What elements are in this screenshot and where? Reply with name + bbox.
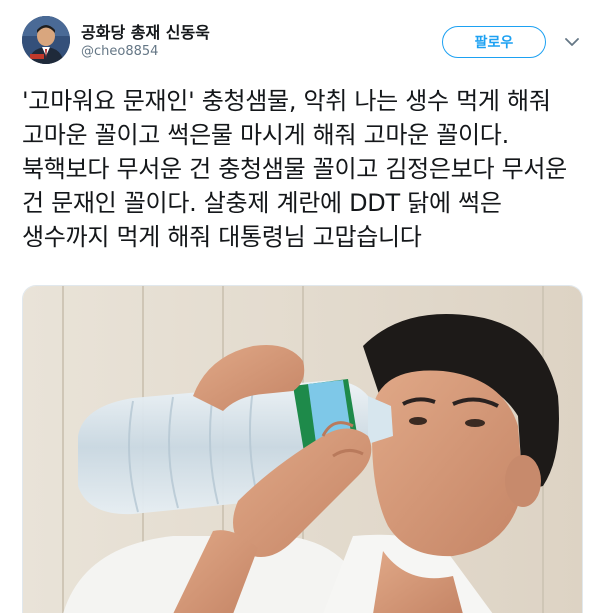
tweet-header: 공화당 총재 신동욱 @cheo8854 팔로우 xyxy=(0,0,606,80)
photo-man-drinking-bottled-water xyxy=(23,286,582,613)
display-name[interactable]: 공화당 총재 신동욱 xyxy=(81,19,210,43)
tweet-text: '고마워요 문재인' 충청샘물, 악취 나는 생수 먹게 해줘 고마운 꼴이고 … xyxy=(22,87,567,251)
user-handle[interactable]: @cheo8854 xyxy=(81,44,158,59)
avatar[interactable] xyxy=(22,16,70,64)
tweet-media-photo[interactable] xyxy=(22,285,583,613)
avatar-image xyxy=(22,16,70,64)
chevron-down-icon[interactable] xyxy=(563,33,581,51)
follow-button[interactable]: 팔로우 xyxy=(442,26,546,58)
